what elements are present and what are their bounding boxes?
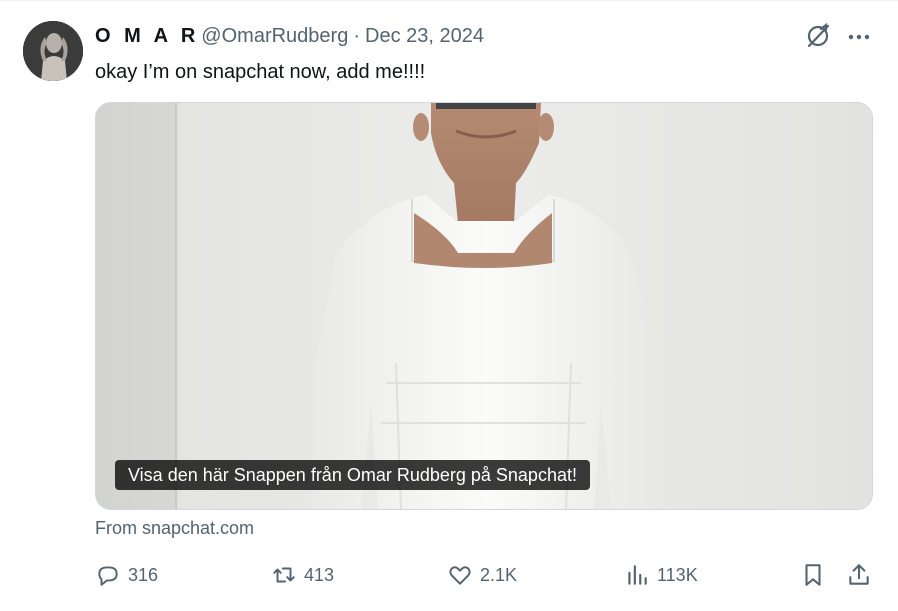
reply-button[interactable]: 316 [95, 558, 158, 592]
views-icon [628, 565, 647, 585]
like-button[interactable]: 2.1K [447, 558, 517, 592]
snap-caption[interactable]: Visa den här Snappen från Omar Rudberg p… [115, 460, 590, 490]
share-icon[interactable] [846, 562, 872, 588]
tweet-header: O M A R @OmarRudberg · Dec 23, 2024 [95, 22, 484, 50]
snapchat-photo [96, 103, 872, 509]
reply-icon [98, 566, 118, 586]
top-divider [0, 0, 898, 1]
repost-icon [273, 567, 295, 583]
separator-dot: · [353, 24, 360, 47]
repost-count: 413 [304, 564, 335, 585]
views-button[interactable]: 113K [624, 558, 698, 592]
reply-count: 316 [128, 564, 159, 585]
action-bar: 316 413 2.1K 113K [0, 558, 898, 592]
tweet-card[interactable]: O M A R @OmarRudberg · Dec 23, 2024 okay… [0, 0, 898, 611]
source-link[interactable]: From snapchat.com [95, 516, 254, 540]
bookmark-icon[interactable] [800, 562, 826, 588]
like-icon [449, 566, 471, 585]
like-count: 2.1K [480, 564, 518, 585]
author-handle[interactable]: @OmarRudberg [201, 25, 348, 48]
tweet-text: okay I’m on snapchat now, add me!!!! [95, 61, 426, 83]
repost-button[interactable]: 413 [271, 558, 334, 592]
grok-icon[interactable] [804, 22, 832, 50]
media-card[interactable]: Visa den här Snappen från Omar Rudberg p… [95, 102, 873, 510]
views-count: 113K [657, 564, 698, 585]
more-icon[interactable] [847, 27, 871, 47]
author-name[interactable]: O M A R [95, 25, 199, 48]
tweet-date[interactable]: Dec 23, 2024 [365, 25, 484, 48]
avatar[interactable] [23, 21, 83, 81]
avatar-image [23, 21, 83, 81]
